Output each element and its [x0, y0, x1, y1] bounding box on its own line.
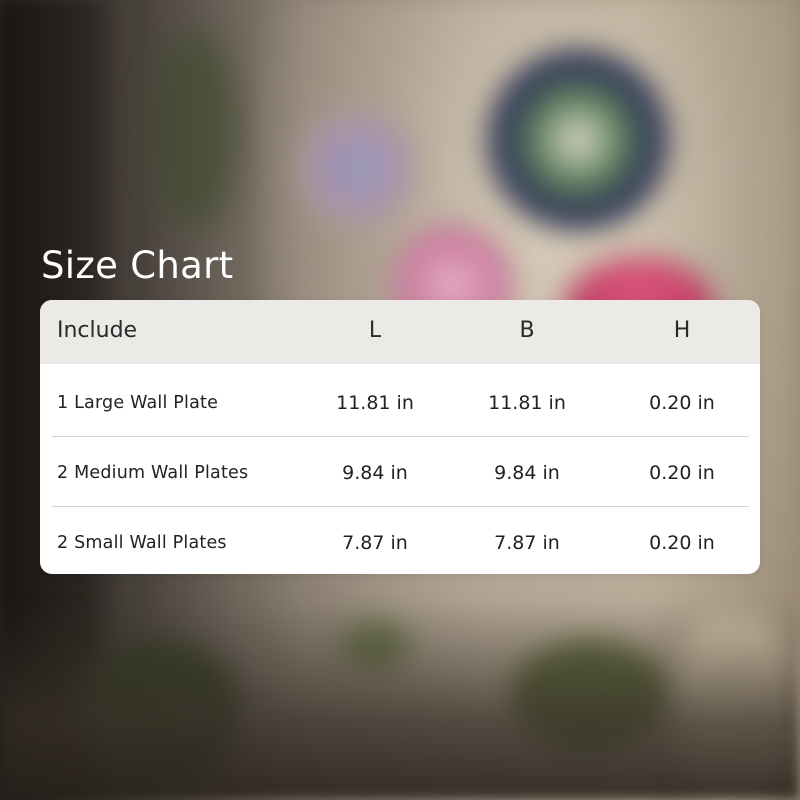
- table-row: 2 Medium Wall Plates 9.84 in 9.84 in 0.2…: [40, 438, 760, 508]
- page-title: Size Chart: [41, 244, 234, 287]
- row-length: 9.84 in: [342, 462, 408, 484]
- header-breadth: B: [519, 318, 535, 343]
- row-height: 0.20 in: [649, 462, 715, 484]
- row-breadth: 9.84 in: [494, 462, 560, 484]
- row-length: 11.81 in: [336, 392, 414, 414]
- header-length: L: [368, 318, 382, 343]
- table-row: 1 Large Wall Plate 11.81 in 11.81 in 0.2…: [40, 368, 760, 438]
- wall-plate-icon: [298, 108, 418, 228]
- header-height: H: [673, 318, 691, 343]
- row-breadth: 11.81 in: [488, 392, 566, 414]
- row-divider: [52, 436, 749, 437]
- wall-plate-icon: [488, 50, 668, 230]
- row-height: 0.20 in: [649, 392, 715, 414]
- row-item-name: 1 Large Wall Plate: [57, 393, 219, 413]
- header-include: Include: [57, 318, 138, 343]
- row-item-name: 2 Medium Wall Plates: [57, 463, 249, 483]
- plant-icon: [150, 30, 240, 230]
- floor-shadow: [0, 600, 800, 800]
- row-item-name: 2 Small Wall Plates: [57, 533, 227, 553]
- row-height: 0.20 in: [649, 532, 715, 554]
- row-divider: [52, 506, 749, 507]
- row-length: 7.87 in: [342, 532, 408, 554]
- table-row: 2 Small Wall Plates 7.87 in 7.87 in 0.20…: [40, 508, 760, 574]
- size-chart-table: Include L B H 1 Large Wall Plate 11.81 i…: [40, 300, 760, 574]
- row-breadth: 7.87 in: [494, 532, 560, 554]
- table-header: Include L B H: [40, 300, 760, 364]
